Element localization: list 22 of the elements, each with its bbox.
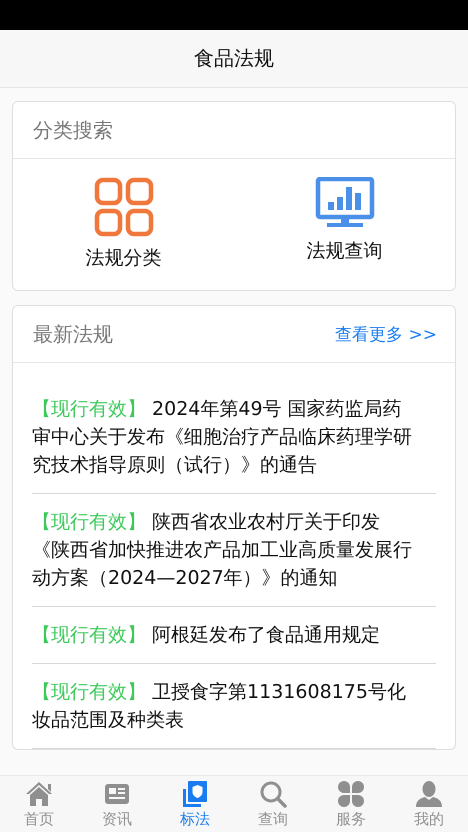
tab[interactable]: 服务: [312, 776, 390, 832]
tab[interactable]: 资讯: [78, 776, 156, 832]
grid-icon[interactable]: [94, 177, 154, 237]
section-title: 最新法规: [33, 320, 113, 348]
search-icon: [259, 780, 287, 808]
tab[interactable]: 标法: [156, 776, 234, 832]
shield-document-icon: [181, 780, 209, 808]
regulation-item[interactable]: 【现行有效】 陕西省农业农村厅关于印发《陕西省加快推进农产品加工业高质量发展行动方案（2024—2027年）》的通知: [32, 508, 436, 592]
regulation-item[interactable]: 【现行有效】 卫授食字第1131608175号化妆品范围及种类表: [32, 678, 436, 734]
clover-icon: [337, 780, 365, 808]
section-title: 分类搜索: [33, 116, 113, 144]
page-title: 食品法规: [194, 45, 274, 72]
regulation-item[interactable]: 【现行有效】 2024年第49号 国家药监局药审中心关于发布《细胞治疗产品临床药理学研究技术指导原则（试行）》的通告: [32, 395, 436, 479]
tab[interactable]: 查询: [234, 776, 312, 832]
tab[interactable]: 首页: [0, 776, 78, 832]
category-label[interactable]: 法规分类: [86, 245, 162, 271]
user-icon: [415, 780, 443, 808]
home-icon: [25, 780, 53, 808]
view-more-link[interactable]: 查看更多 >>: [335, 322, 437, 346]
regulation-item[interactable]: 【现行有效】 阿根廷发布了食品通用规定: [32, 621, 436, 649]
category-label[interactable]: 法规查询: [306, 238, 382, 264]
tab[interactable]: 我的: [390, 776, 468, 832]
